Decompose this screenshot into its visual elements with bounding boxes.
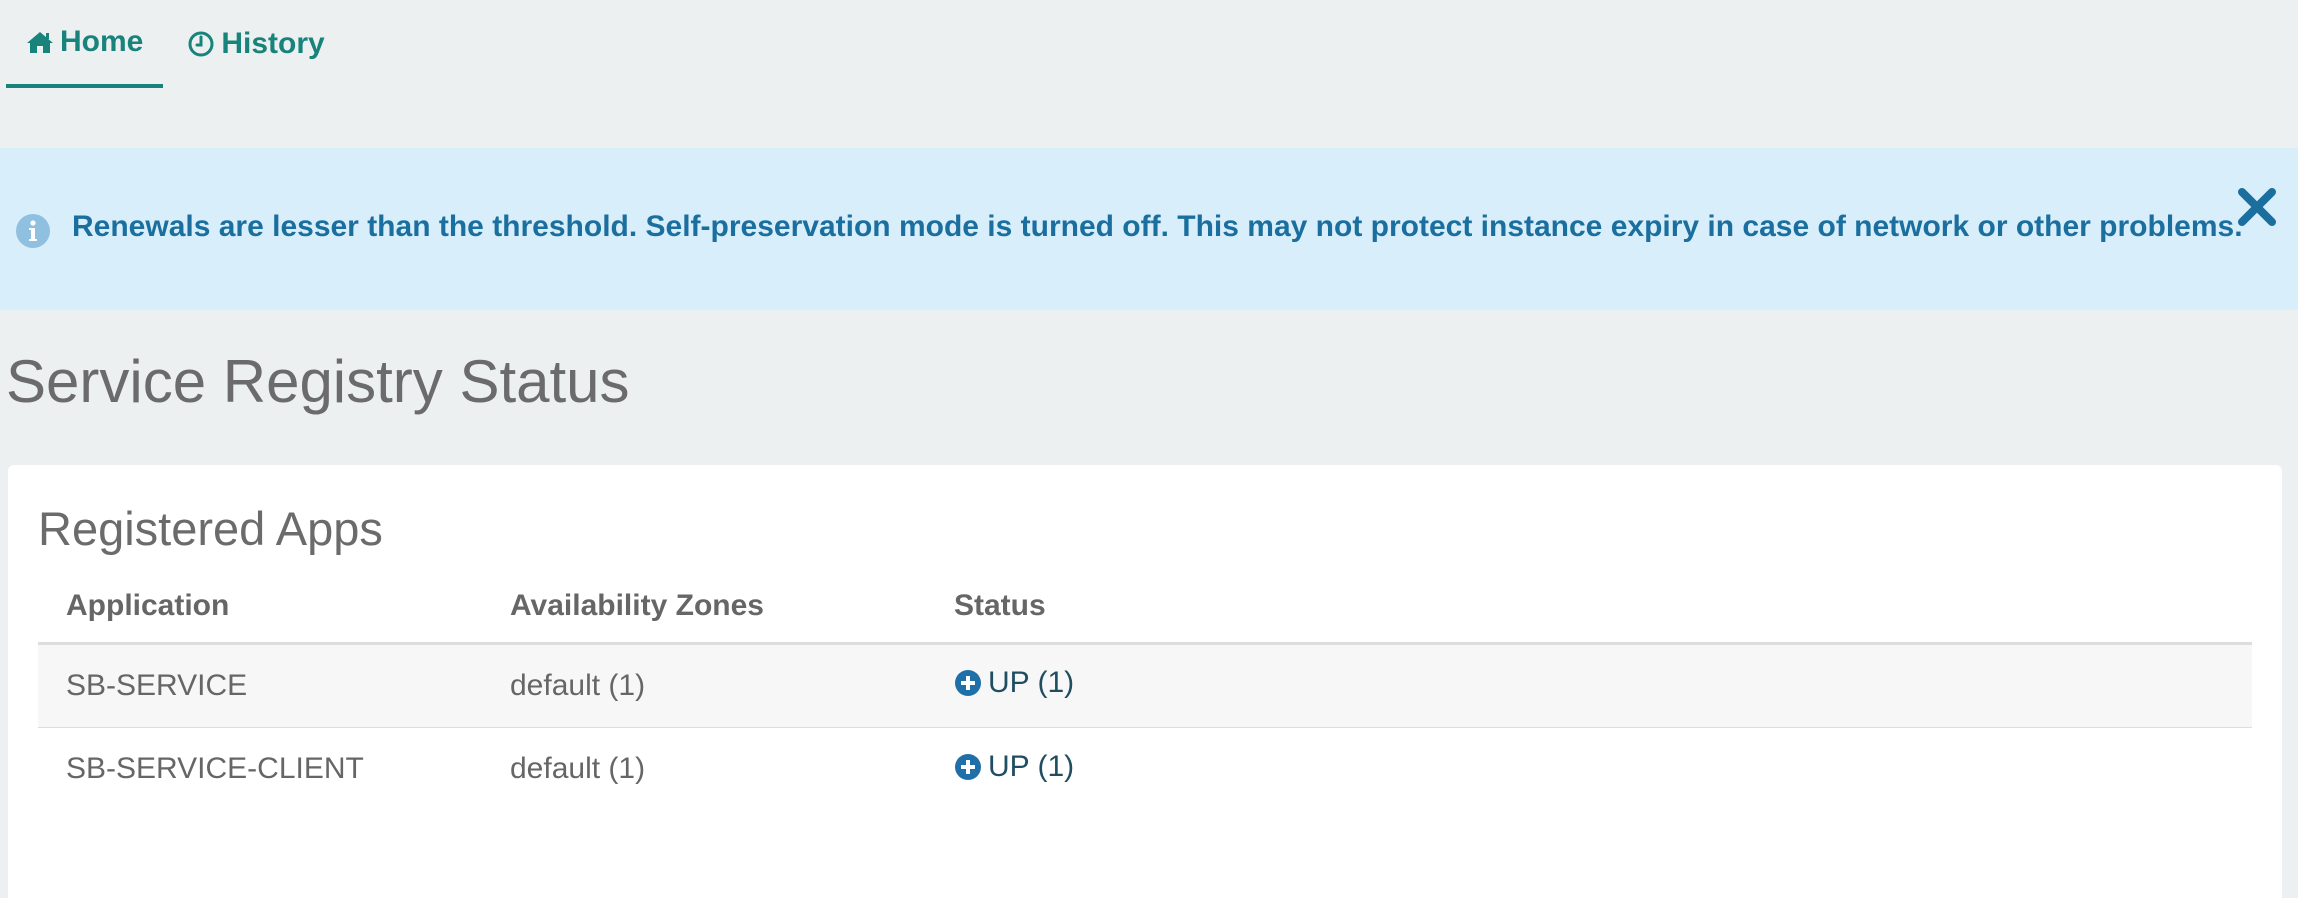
zones-cell: default (1) bbox=[482, 643, 926, 728]
registered-apps-panel: Registered Apps Application Availability… bbox=[8, 465, 2282, 898]
plus-circle-icon bbox=[955, 670, 981, 696]
status-text: UP (1) bbox=[988, 749, 1075, 783]
column-header-application: Application bbox=[38, 583, 482, 645]
close-icon[interactable] bbox=[2236, 186, 2278, 228]
main-nav: Home History bbox=[6, 0, 345, 90]
table-row: SB-SERVICE-CLIENT default (1) UP (1) bbox=[38, 727, 2252, 811]
self-preservation-alert: Renewals are lesser than the threshold. … bbox=[0, 148, 2298, 310]
application-cell: SB-SERVICE bbox=[38, 643, 482, 728]
table-row: SB-SERVICE default (1) UP (1) bbox=[38, 643, 2252, 728]
status-link[interactable]: UP (1) bbox=[954, 666, 1074, 700]
status-text: UP (1) bbox=[988, 666, 1075, 699]
status-cell: UP (1) bbox=[926, 643, 2252, 728]
page-title: Service Registry Status bbox=[6, 348, 630, 415]
zones-cell: default (1) bbox=[510, 752, 646, 786]
clock-icon bbox=[187, 30, 215, 58]
home-icon bbox=[26, 30, 54, 54]
application-cell: SB-SERVICE-CLIENT bbox=[66, 752, 364, 786]
panel-title: Registered Apps bbox=[38, 502, 383, 555]
info-icon bbox=[16, 214, 50, 248]
nav-history-label: History bbox=[221, 27, 325, 60]
column-header-availability-zones: Availability Zones bbox=[482, 583, 926, 645]
nav-home-label: Home bbox=[60, 25, 144, 58]
status-cell: UP (1) bbox=[926, 727, 2252, 811]
status-link[interactable]: UP (1) bbox=[954, 750, 1074, 784]
plus-circle-icon bbox=[955, 753, 981, 780]
alert-message: Renewals are lesser than the threshold. … bbox=[72, 210, 2243, 243]
column-header-status: Status bbox=[926, 583, 2252, 645]
registered-apps-table: Application Availability Zones Status SB… bbox=[38, 583, 2252, 811]
nav-home[interactable]: Home bbox=[6, 0, 164, 88]
table-header-row: Application Availability Zones Status bbox=[38, 583, 2252, 645]
nav-history[interactable]: History bbox=[167, 0, 344, 88]
